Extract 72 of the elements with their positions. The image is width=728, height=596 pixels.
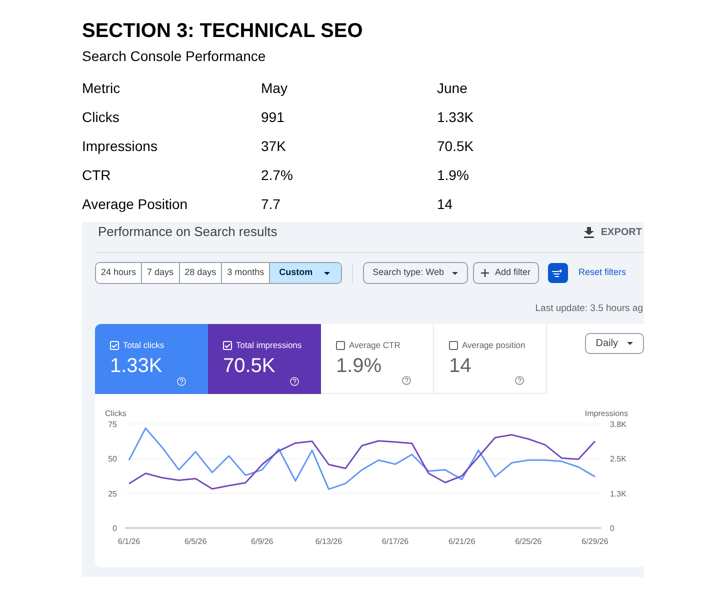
metric-value: 14: [449, 354, 472, 378]
axis-tick-label: 50: [108, 454, 117, 464]
checkbox[interactable]: [336, 340, 345, 350]
axis-tick-label: 6/25/26: [515, 537, 542, 546]
axis-tick-label: 6/21/26: [448, 537, 476, 546]
reset-filters-link[interactable]: Reset filters: [578, 266, 626, 280]
plus-icon: [481, 269, 489, 277]
table-cell: 2.7%: [261, 167, 293, 183]
granularity-dropdown[interactable]: Daily: [584, 333, 644, 354]
caret-icon: [627, 342, 633, 345]
metric-label: Total clicks: [123, 339, 164, 352]
table-cell: 1.33K: [437, 109, 474, 125]
axis-tick-label: 75: [108, 420, 117, 429]
metric-value: 1.33K: [110, 354, 164, 378]
axis-tick-label: 25: [108, 489, 117, 498]
axis-tick-label: 2.5K: [610, 454, 626, 464]
axis-tick-label: 6/13/26: [315, 537, 342, 546]
search-type-dropdown[interactable]: Search type: Web: [362, 262, 468, 284]
filter-icon: [552, 268, 564, 278]
axis-tick-label: 1.3K: [610, 489, 626, 498]
table-cell: CTR: [82, 167, 111, 183]
date-range-tab[interactable]: 7 days: [141, 263, 179, 283]
metric-label: Total impressions: [236, 339, 302, 352]
column-header: Metric: [82, 80, 120, 96]
table-cell: 14: [437, 196, 453, 212]
metric-value: 1.9%: [336, 354, 383, 378]
date-range-tab[interactable]: Custom: [269, 263, 341, 283]
axis-tick-label: 6/29/26: [582, 537, 608, 546]
filter-button[interactable]: [548, 263, 568, 283]
axis-tick-label: 6/1/26: [118, 537, 140, 546]
download-icon: [584, 226, 594, 238]
caret-icon: [324, 272, 330, 274]
metric-value: 70.5K: [223, 354, 276, 378]
axis-tick-label: 6/9/26: [251, 537, 274, 546]
help-icon: [515, 376, 524, 385]
table-cell: Impressions: [82, 138, 158, 154]
table-cell: 7.7: [261, 196, 280, 212]
axis-tick-label: 0: [112, 524, 117, 533]
checkbox[interactable]: [449, 340, 458, 350]
metric-card[interactable]: Total clicks 1.33K: [95, 324, 208, 394]
caret-icon: [452, 272, 458, 274]
help-icon: [177, 377, 186, 386]
metric-label: Average CTR: [349, 339, 400, 352]
help-icon: [290, 377, 299, 386]
last-update-text: Last update: 3.5 hours ag: [535, 302, 643, 316]
export-button[interactable]: EXPORT: [584, 224, 642, 240]
axis-tick-label: 6/17/26: [382, 537, 409, 546]
date-range-tab[interactable]: 24 hours: [96, 263, 142, 283]
table-cell: 991: [261, 109, 284, 125]
table-cell: Average Position: [82, 196, 188, 212]
metric-card[interactable]: Total impressions 70.5K: [208, 324, 321, 394]
section-heading: SECTION 3: TECHNICAL SEO: [82, 19, 364, 43]
table-cell: 37K: [261, 138, 286, 154]
axis-tick-label: 0: [610, 524, 614, 533]
axis-title: Clicks: [105, 409, 126, 418]
date-range-tab[interactable]: 3 months: [221, 263, 270, 283]
axis-title: Impressions: [584, 409, 628, 418]
help-icon: [402, 376, 411, 385]
metric-card[interactable]: Average position 14: [434, 324, 547, 394]
column-header: May: [261, 80, 288, 96]
axis-tick-label: 3.8K: [610, 420, 626, 429]
date-range-tab[interactable]: 28 days: [178, 263, 222, 283]
table-cell: Clicks: [82, 109, 120, 125]
add-filter-button[interactable]: Add filter: [473, 262, 539, 284]
report-title: Performance on Search results: [98, 223, 278, 242]
table-cell: 1.9%: [437, 167, 469, 183]
axis-tick-label: 6/5/26: [184, 537, 207, 546]
metric-card[interactable]: Average CTR 1.9%: [321, 324, 434, 394]
table-cell: 70.5K: [437, 138, 474, 154]
metric-label: Average position: [462, 339, 526, 352]
column-header: June: [437, 80, 468, 96]
subheading: Search Console Performance: [82, 47, 267, 65]
